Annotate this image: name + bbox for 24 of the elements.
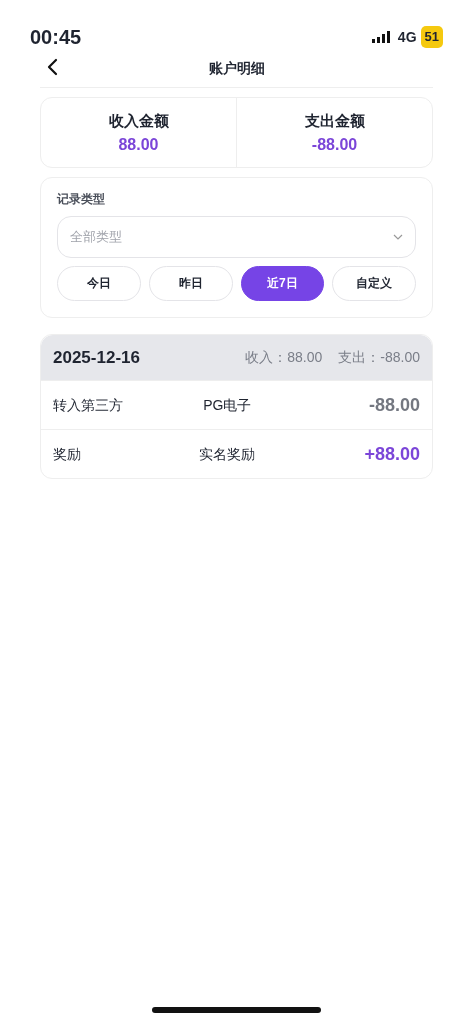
back-icon[interactable]: [46, 58, 58, 76]
page-title: 账户明细: [208, 59, 265, 78]
expense-total: 支出：-88.00: [338, 347, 420, 367]
transaction-type: 转入第三方: [53, 395, 124, 415]
period-button[interactable]: 今日: [57, 265, 141, 301]
transaction-detail: 实名奖励: [198, 444, 257, 464]
summary-label: 支出金额: [303, 111, 366, 131]
summary-label: 收入金额: [107, 111, 170, 131]
income-total: 收入：88.00: [245, 347, 323, 367]
period-button[interactable]: 自定义: [332, 265, 416, 301]
period-button[interactable]: 昨日: [148, 265, 233, 301]
transaction-amount: +88.00: [364, 442, 420, 466]
period-button[interactable]: 近7日: [240, 265, 325, 301]
battery-level: 51: [420, 26, 443, 48]
filter-label: 记录类型: [57, 190, 106, 208]
network-label: 4G: [397, 27, 417, 47]
transaction-type: 奖励: [53, 444, 82, 464]
transaction-detail: PG电子: [202, 395, 253, 415]
chevron-down-icon: [393, 233, 403, 240]
group-date: 2025-12-16: [53, 346, 140, 369]
summary-amount: 88.00: [117, 134, 160, 155]
summary-amount: -88.00: [310, 134, 359, 155]
status-time: 00:45: [30, 25, 82, 50]
transaction-amount: -88.00: [368, 393, 420, 417]
